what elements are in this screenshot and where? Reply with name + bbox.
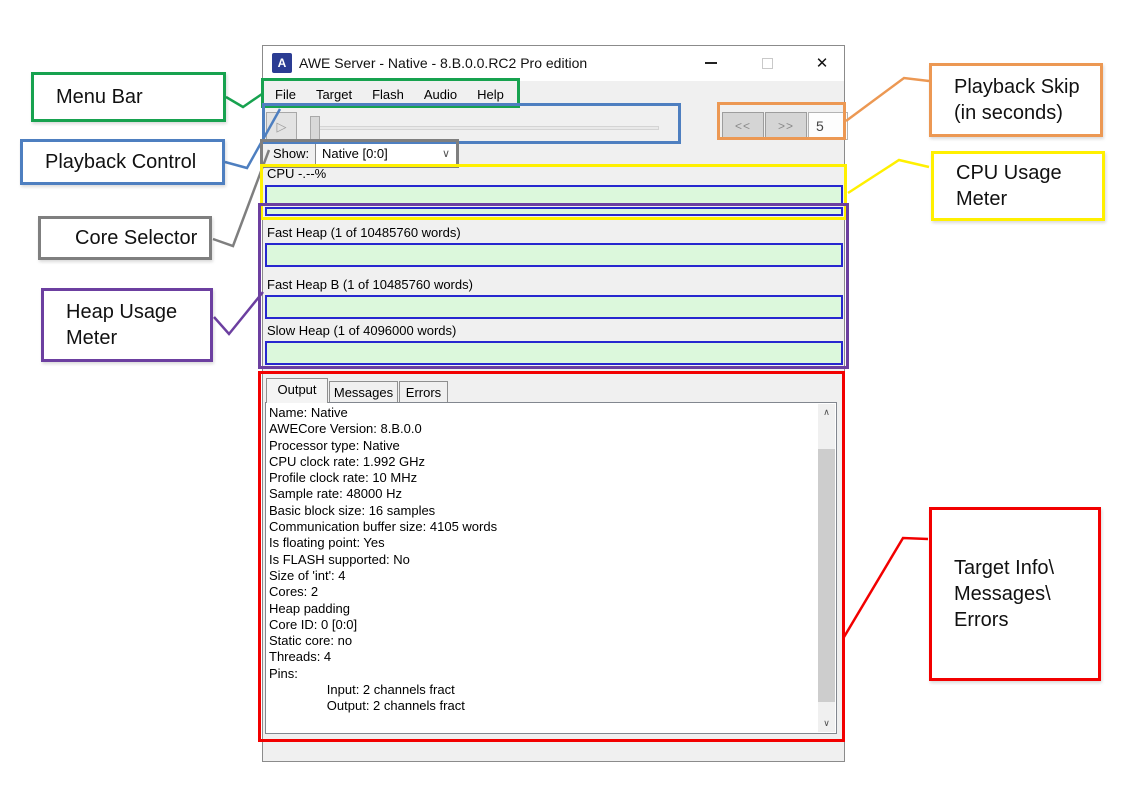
menu-bar: File Target Flash Audio Help xyxy=(265,81,825,108)
play-icon: ▷ xyxy=(277,119,287,135)
cpu-connector xyxy=(848,160,929,193)
core-selector-dropdown[interactable]: Native [0:0] ∨ xyxy=(315,142,458,165)
close-icon: ✕ xyxy=(816,54,829,72)
close-button[interactable]: ✕ xyxy=(804,50,840,76)
core-selector-label: Show: xyxy=(273,146,309,161)
app-icon: A xyxy=(272,53,292,73)
playback-skip-group: << >> xyxy=(722,112,848,140)
scroll-down-icon[interactable]: ∨ xyxy=(818,715,835,732)
maximize-button[interactable] xyxy=(749,50,785,76)
callout-text: Target Info\ xyxy=(954,555,1098,581)
menu-help[interactable]: Help xyxy=(467,87,514,102)
awe-server-window: A AWE Server - Native - 8.B.0.0.RC2 Pro … xyxy=(262,45,845,762)
playback-slider-track[interactable] xyxy=(313,126,659,130)
core-selector-value: Native [0:0] xyxy=(322,146,388,161)
callout-text: Meter xyxy=(66,325,210,351)
playback-slider-thumb[interactable] xyxy=(310,116,320,141)
title-bar[interactable]: A AWE Server - Native - 8.B.0.0.RC2 Pro … xyxy=(263,46,844,81)
callout-target-info: Target Info\ Messages\ Errors xyxy=(929,507,1101,681)
fast-heap-bar xyxy=(265,243,843,267)
heap-connector xyxy=(214,292,263,334)
skip-connector xyxy=(846,78,929,121)
fast-heap-label: Fast Heap (1 of 10485760 words) xyxy=(267,225,461,240)
fast-heap-b-label: Fast Heap B (1 of 10485760 words) xyxy=(267,277,473,292)
output-text: Name: Native AWECore Version: 8.B.0.0 Pr… xyxy=(269,405,816,731)
minimize-button[interactable] xyxy=(693,50,729,76)
maximize-icon xyxy=(762,58,773,69)
callout-playback-control: Playback Control xyxy=(20,139,225,185)
menu-file[interactable]: File xyxy=(265,87,306,102)
menu-target[interactable]: Target xyxy=(306,87,362,102)
callout-text: Core Selector xyxy=(75,225,209,251)
callout-text: Messages\ xyxy=(954,581,1098,607)
callout-playback-skip: Playback Skip (in seconds) xyxy=(929,63,1103,137)
output-scrollbar: ∧ ∨ xyxy=(818,404,835,732)
scroll-up-icon[interactable]: ∧ xyxy=(818,404,835,421)
cpu-meter-bar-secondary xyxy=(265,207,843,216)
target-info-connector xyxy=(844,538,928,637)
slow-heap-bar xyxy=(265,341,843,365)
callout-text: (in seconds) xyxy=(954,100,1100,126)
tab-output[interactable]: Output xyxy=(266,378,328,403)
callout-text: Playback Skip xyxy=(954,74,1100,100)
annotated-screenshot: A AWE Server - Native - 8.B.0.0.RC2 Pro … xyxy=(0,0,1145,808)
chevron-down-icon: ∨ xyxy=(442,147,450,160)
skip-back-button[interactable]: << xyxy=(722,112,764,140)
callout-text: Meter xyxy=(956,186,1102,212)
skip-seconds-input[interactable] xyxy=(808,112,848,140)
play-button[interactable]: ▷ xyxy=(266,112,297,142)
cpu-meter-label: CPU -.--% xyxy=(267,166,326,181)
callout-heap-usage-meter: Heap Usage Meter xyxy=(41,288,213,362)
skip-forward-button[interactable]: >> xyxy=(765,112,807,140)
fast-heap-b-bar xyxy=(265,295,843,319)
callout-text: Menu Bar xyxy=(56,84,223,110)
minimize-icon xyxy=(705,62,717,64)
cpu-meter-bar xyxy=(265,185,843,205)
callout-text: Playback Control xyxy=(45,149,222,175)
output-pane[interactable]: Name: Native AWECore Version: 8.B.0.0 Pr… xyxy=(265,402,837,734)
scrollbar-thumb[interactable] xyxy=(818,449,835,702)
callout-cpu-usage-meter: CPU Usage Meter xyxy=(931,151,1105,221)
callout-text: CPU Usage xyxy=(956,160,1102,186)
window-title: AWE Server - Native - 8.B.0.0.RC2 Pro ed… xyxy=(299,55,587,71)
callout-text: Heap Usage xyxy=(66,299,210,325)
callout-menu-bar: Menu Bar xyxy=(31,72,226,122)
tab-messages[interactable]: Messages xyxy=(329,381,398,403)
menu-flash[interactable]: Flash xyxy=(362,87,414,102)
menu-bar-connector xyxy=(226,94,262,107)
tab-errors[interactable]: Errors xyxy=(399,381,448,403)
slow-heap-label: Slow Heap (1 of 4096000 words) xyxy=(267,323,456,338)
callout-core-selector: Core Selector xyxy=(38,216,212,260)
callout-text: Errors xyxy=(954,607,1098,633)
menu-audio[interactable]: Audio xyxy=(414,87,467,102)
